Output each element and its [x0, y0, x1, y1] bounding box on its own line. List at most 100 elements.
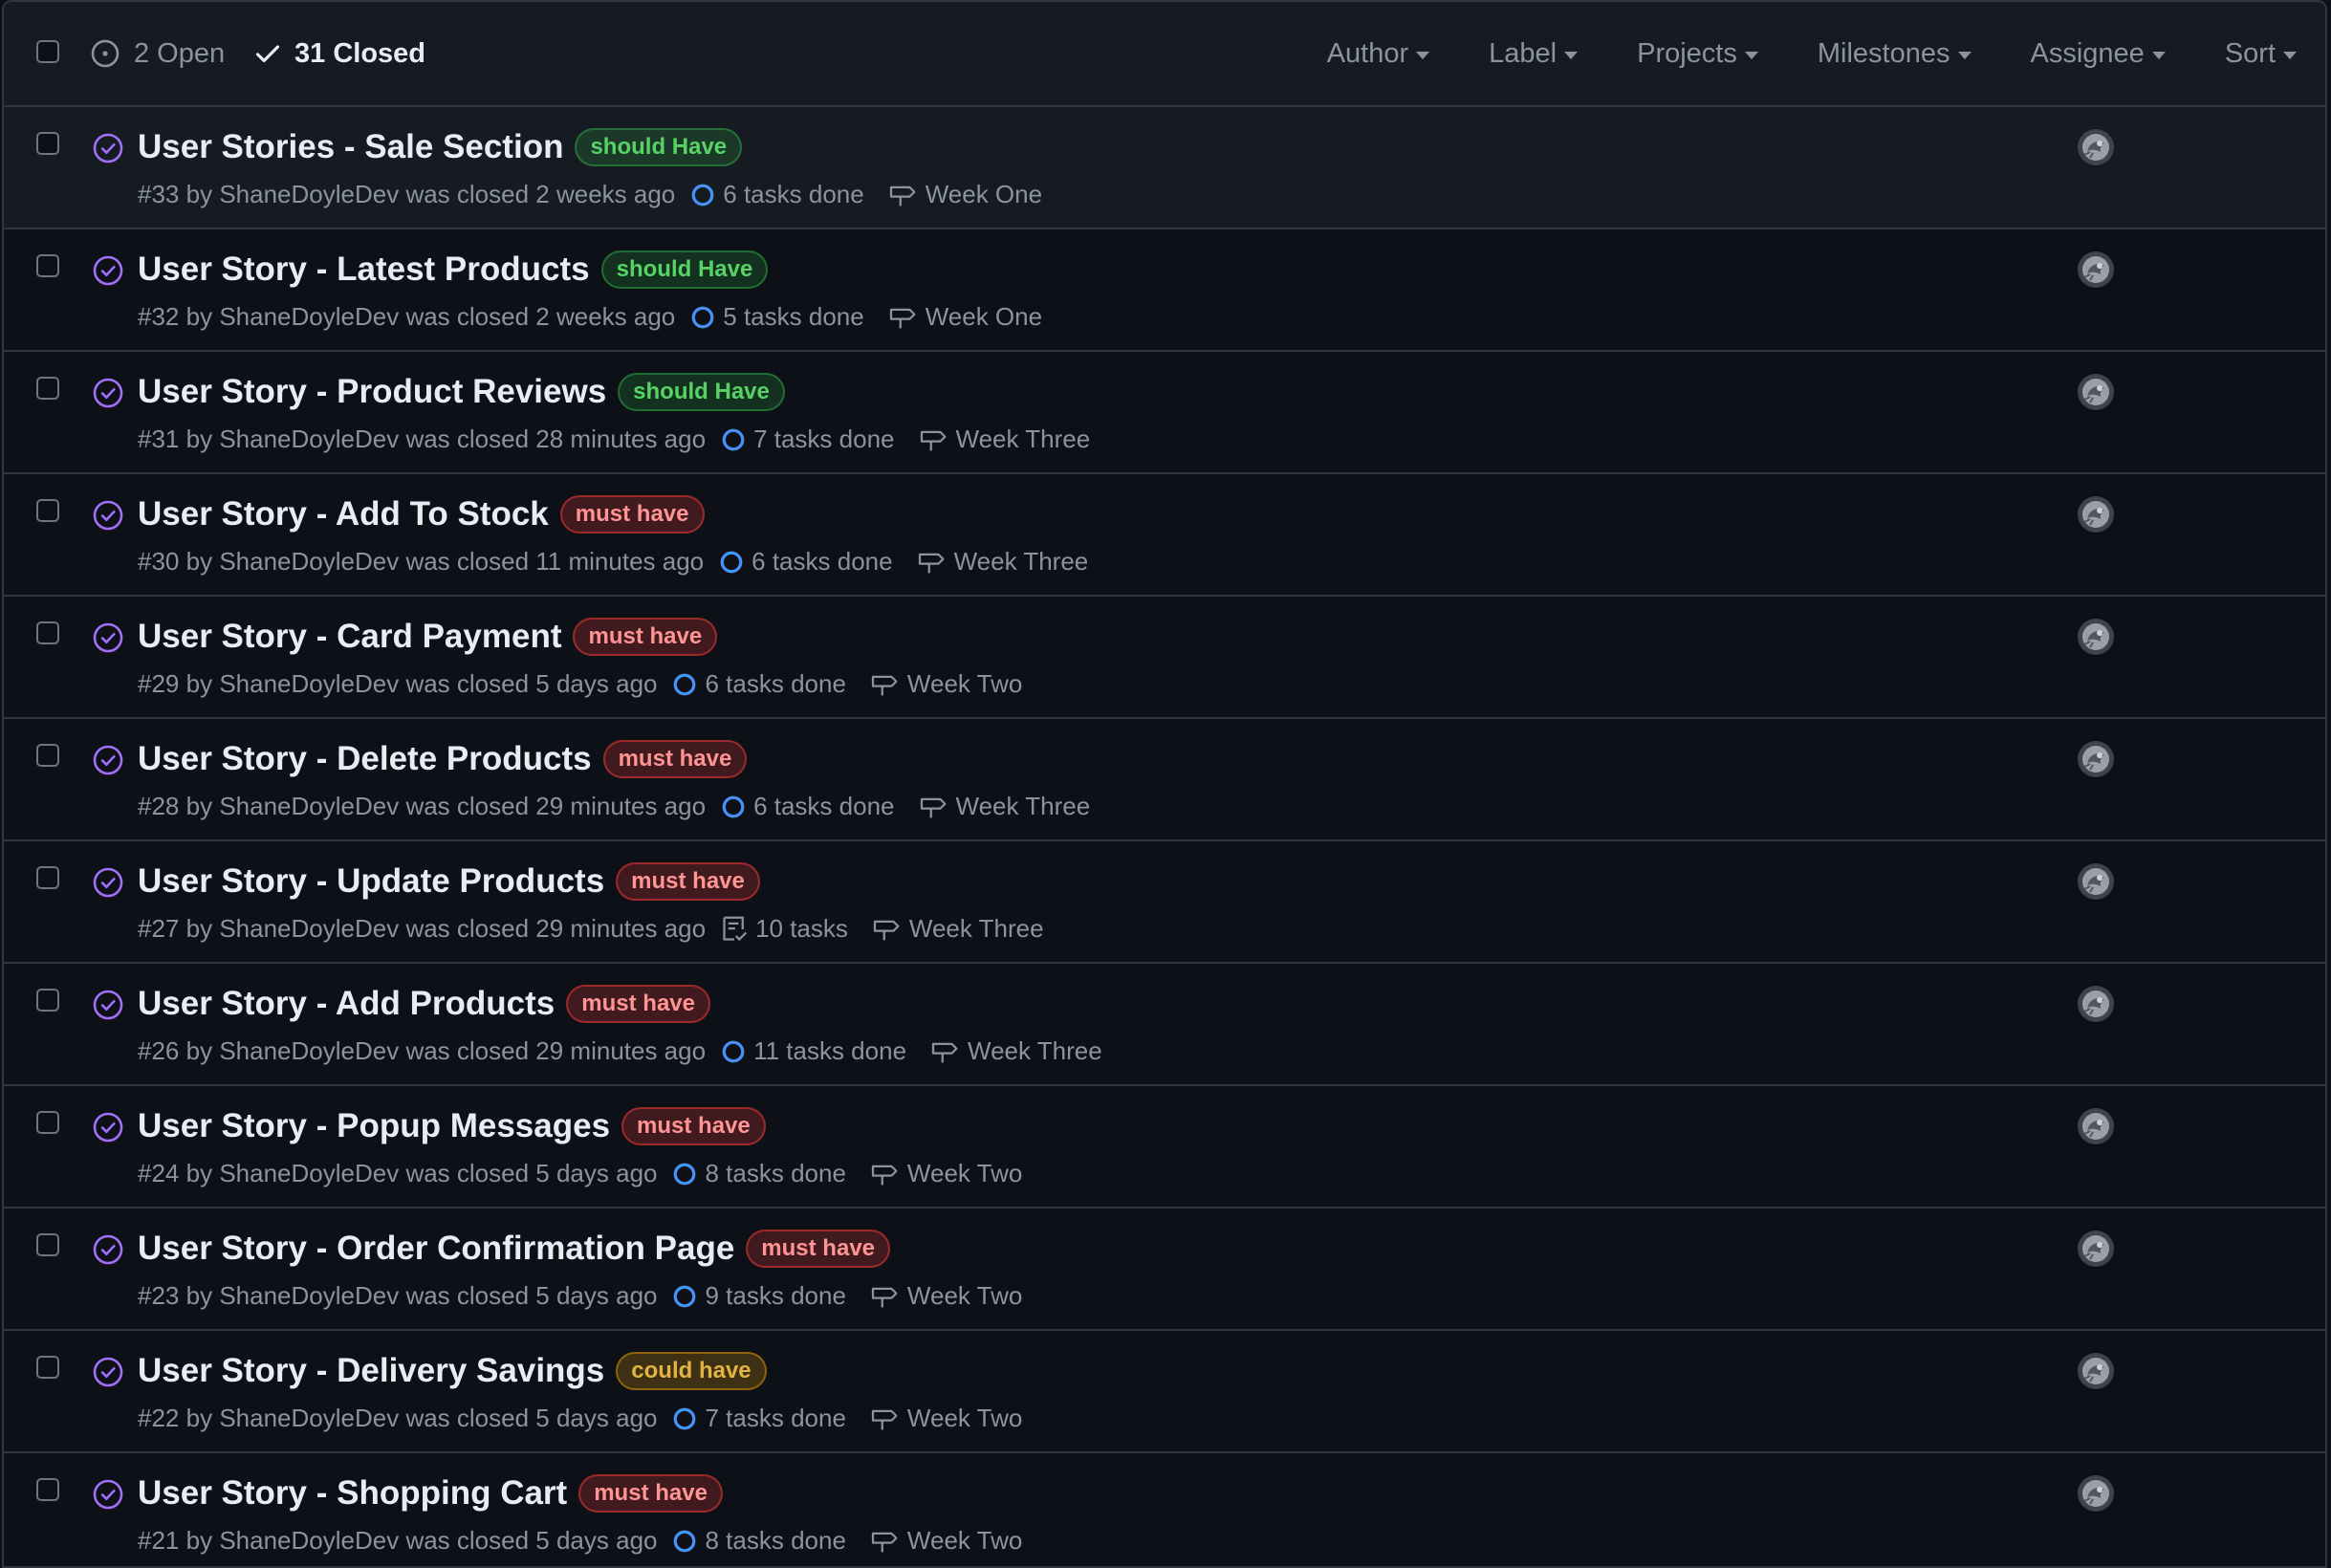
issue-checkbox[interactable]: [36, 989, 59, 1012]
issue-title[interactable]: User Story - Add Products: [138, 985, 555, 1023]
assignee-avatar[interactable]: [2077, 985, 2115, 1023]
issue-milestone[interactable]: Week Three: [931, 1036, 1102, 1066]
issue-checkbox[interactable]: [36, 621, 59, 644]
issue-checkbox[interactable]: [36, 499, 59, 522]
issue-author[interactable]: ShaneDoyleDev: [219, 302, 399, 332]
issue-label[interactable]: must have: [602, 740, 748, 778]
issue-milestone[interactable]: Week Two: [871, 1281, 1022, 1311]
assignee-avatar[interactable]: [2077, 618, 2115, 656]
assignee-avatar[interactable]: [2077, 862, 2115, 901]
issue-tasks: 10 tasks: [721, 914, 848, 944]
issue-title[interactable]: User Story - Popup Messages: [138, 1107, 610, 1145]
issue-milestone[interactable]: Week Three: [920, 792, 1090, 821]
issue-row[interactable]: User Story - Order Confirmation Page mus…: [4, 1209, 2325, 1331]
issue-checkbox[interactable]: [36, 744, 59, 767]
issue-row[interactable]: User Story - Delivery Savings could have…: [4, 1331, 2325, 1453]
issue-title[interactable]: User Story - Delivery Savings: [138, 1352, 604, 1390]
issue-milestone[interactable]: Week Three: [918, 547, 1088, 577]
issue-author[interactable]: ShaneDoyleDev: [219, 792, 399, 821]
issue-row[interactable]: User Story - Add Products must have #26 …: [4, 964, 2325, 1086]
assignee-avatar[interactable]: [2077, 373, 2115, 411]
issue-label[interactable]: must have: [621, 1107, 766, 1145]
select-all-checkbox[interactable]: [36, 40, 59, 63]
open-issues-filter[interactable]: 2 Open: [90, 2, 225, 105]
assignee-avatar[interactable]: [2077, 128, 2115, 166]
issue-row[interactable]: User Story - Latest Products should Have…: [4, 229, 2325, 352]
issue-author[interactable]: ShaneDoyleDev: [219, 1281, 399, 1311]
issue-label[interactable]: must have: [573, 618, 718, 656]
assignee-avatar[interactable]: [2077, 250, 2115, 289]
projects-filter[interactable]: Projects: [1637, 38, 1758, 70]
issue-label[interactable]: must have: [616, 862, 760, 901]
issue-milestone[interactable]: Week Three: [920, 425, 1090, 454]
issue-label[interactable]: could have: [616, 1352, 767, 1390]
issue-label[interactable]: must have: [566, 985, 710, 1023]
issue-author[interactable]: ShaneDoyleDev: [219, 425, 399, 454]
assignee-avatar[interactable]: [2077, 1352, 2115, 1390]
issue-milestone[interactable]: Week One: [889, 302, 1042, 332]
issue-title[interactable]: User Story - Order Confirmation Page: [138, 1230, 734, 1268]
issue-title[interactable]: User Story - Card Payment: [138, 618, 561, 656]
issue-row[interactable]: User Story - Delete Products must have #…: [4, 719, 2325, 841]
issue-label[interactable]: must have: [578, 1474, 723, 1513]
issue-row[interactable]: User Story - Product Reviews should Have…: [4, 352, 2325, 474]
issue-checkbox[interactable]: [36, 1356, 59, 1379]
issue-label[interactable]: should Have: [575, 128, 743, 166]
assignee-avatar[interactable]: [2077, 740, 2115, 778]
issue-closed-icon: [93, 255, 123, 286]
issue-milestone-label: Week Two: [906, 669, 1023, 698]
issue-author[interactable]: ShaneDoyleDev: [219, 547, 399, 577]
issue-author[interactable]: ShaneDoyleDev: [219, 1526, 399, 1556]
issue-row[interactable]: User Story - Shopping Cart must have #21…: [4, 1453, 2325, 1566]
issue-author[interactable]: ShaneDoyleDev: [219, 180, 399, 209]
issue-label[interactable]: must have: [559, 495, 705, 534]
issue-title-line: User Stories - Sale Section should Have: [138, 128, 743, 166]
assignee-avatar[interactable]: [2077, 1107, 2115, 1145]
issue-title[interactable]: User Story - Latest Products: [138, 250, 590, 289]
issue-checkbox[interactable]: [36, 1478, 59, 1501]
issue-row[interactable]: User Story - Card Payment must have #29 …: [4, 597, 2325, 719]
issue-label[interactable]: must have: [746, 1230, 891, 1268]
issue-title[interactable]: User Story - Add To Stock: [138, 495, 549, 534]
issue-checkbox[interactable]: [36, 377, 59, 400]
issue-title[interactable]: User Story - Product Reviews: [138, 373, 606, 411]
milestones-filter[interactable]: Milestones: [1818, 38, 1972, 70]
issue-author[interactable]: ShaneDoyleDev: [219, 1159, 399, 1188]
issue-checkbox[interactable]: [36, 132, 59, 155]
issue-title-line: User Story - Order Confirmation Page mus…: [138, 1230, 891, 1268]
issue-author[interactable]: ShaneDoyleDev: [219, 914, 399, 944]
label-filter[interactable]: Label: [1489, 38, 1579, 70]
issue-row[interactable]: User Story - Add To Stock must have #30 …: [4, 474, 2325, 597]
issue-milestone[interactable]: Week Three: [873, 914, 1044, 944]
issue-milestone[interactable]: Week Two: [871, 1526, 1022, 1556]
issue-author[interactable]: ShaneDoyleDev: [219, 669, 399, 699]
issue-label[interactable]: should Have: [618, 373, 785, 411]
assignee-filter[interactable]: Assignee: [2031, 38, 2166, 70]
issue-label[interactable]: should Have: [600, 250, 769, 289]
issue-row[interactable]: User Story - Popup Messages must have #2…: [4, 1086, 2325, 1209]
issue-milestone[interactable]: Week Two: [871, 1404, 1022, 1433]
issue-title[interactable]: User Stories - Sale Section: [138, 128, 563, 166]
author-filter[interactable]: Author: [1327, 38, 1430, 70]
issue-checkbox[interactable]: [36, 254, 59, 277]
issue-checkbox[interactable]: [36, 1111, 59, 1134]
issue-milestone[interactable]: Week One: [889, 180, 1042, 209]
assignee-avatar[interactable]: [2077, 495, 2115, 534]
milestone-icon: [871, 675, 898, 695]
caret-down-icon: [2283, 52, 2297, 59]
issue-checkbox[interactable]: [36, 1233, 59, 1256]
issue-milestone[interactable]: Week Two: [871, 1159, 1022, 1188]
assignee-avatar[interactable]: [2077, 1230, 2115, 1268]
issue-row[interactable]: User Story - Update Products must have #…: [4, 841, 2325, 964]
issue-author[interactable]: ShaneDoyleDev: [219, 1404, 399, 1433]
issue-author[interactable]: ShaneDoyleDev: [219, 1036, 399, 1066]
assignee-avatar[interactable]: [2077, 1474, 2115, 1513]
issue-checkbox[interactable]: [36, 866, 59, 889]
sort-filter[interactable]: Sort: [2225, 38, 2297, 70]
issue-title[interactable]: User Story - Shopping Cart: [138, 1474, 567, 1513]
issue-milestone[interactable]: Week Two: [871, 669, 1022, 699]
closed-issues-filter[interactable]: 31 Closed: [254, 2, 425, 105]
issue-row[interactable]: User Stories - Sale Section should Have …: [4, 107, 2325, 229]
issue-title[interactable]: User Story - Delete Products: [138, 740, 592, 778]
issue-title[interactable]: User Story - Update Products: [138, 862, 604, 901]
